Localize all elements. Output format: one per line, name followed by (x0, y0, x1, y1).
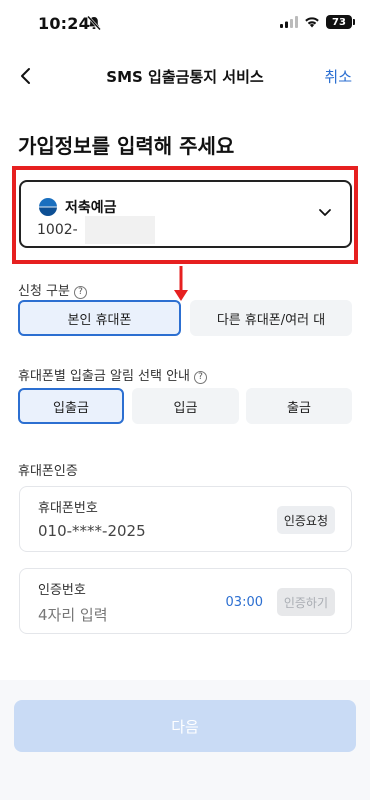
alert-deposit[interactable]: 입금 (132, 388, 239, 424)
account-selector[interactable]: 저축예금 1002- (19, 180, 352, 248)
verification-code-field[interactable]: 인증번호 4자리 입력 03:00 인증하기 (19, 568, 352, 634)
wifi-icon (305, 17, 319, 28)
chevron-down-icon (319, 209, 331, 216)
verify-button[interactable]: 인증하기 (276, 588, 335, 616)
apply-own-phone[interactable]: 본인 휴대폰 (18, 300, 181, 336)
verification-code-input[interactable]: 4자리 입력 (38, 604, 108, 625)
help-icon[interactable]: ? (194, 370, 208, 384)
status-bar: 10:24 73 (0, 0, 370, 48)
nav-bar: SMS 입출금통지 서비스 취소 (0, 56, 370, 96)
red-arrow-icon (174, 266, 188, 301)
verification-code-label: 인증번호 (38, 583, 86, 598)
phone-number-field[interactable]: 휴대폰번호 010-****-2025 인증요청 (19, 486, 352, 552)
cancel-button[interactable]: 취소 (324, 66, 352, 87)
apply-other-phone[interactable]: 다른 휴대폰/여러 대 (190, 300, 352, 336)
account-number: 1002- (37, 222, 78, 238)
alert-type-label: 휴대폰별 입출금 알림 선택 안내? (18, 365, 208, 384)
alert-withdraw[interactable]: 출금 (246, 388, 352, 424)
status-time: 10:24 (38, 14, 90, 33)
account-name: 저축예금 (65, 200, 117, 216)
phone-number-label: 휴대폰번호 (38, 501, 98, 516)
battery-icon: 73 (326, 15, 355, 29)
apply-type-label: 신청 구분? (18, 280, 87, 299)
bell-off-icon (87, 15, 101, 31)
signal-icon (280, 16, 298, 28)
next-button[interactable]: 다음 (14, 700, 356, 752)
phone-auth-label: 휴대폰인증 (18, 464, 78, 479)
nav-title: SMS 입출금통지 서비스 (106, 68, 264, 86)
phone-number-value: 010-****-2025 (38, 522, 146, 540)
account-number-mask (85, 216, 155, 244)
verification-timer: 03:00 (225, 595, 263, 610)
help-icon[interactable]: ? (73, 285, 87, 299)
bank-logo-icon (39, 198, 57, 216)
page-title: 가입정보를 입력해 주세요 (18, 134, 235, 158)
status-indicators: 73 (280, 15, 355, 29)
request-verification-button[interactable]: 인증요청 (276, 506, 335, 534)
alert-deposit-withdraw[interactable]: 입출금 (18, 388, 124, 424)
